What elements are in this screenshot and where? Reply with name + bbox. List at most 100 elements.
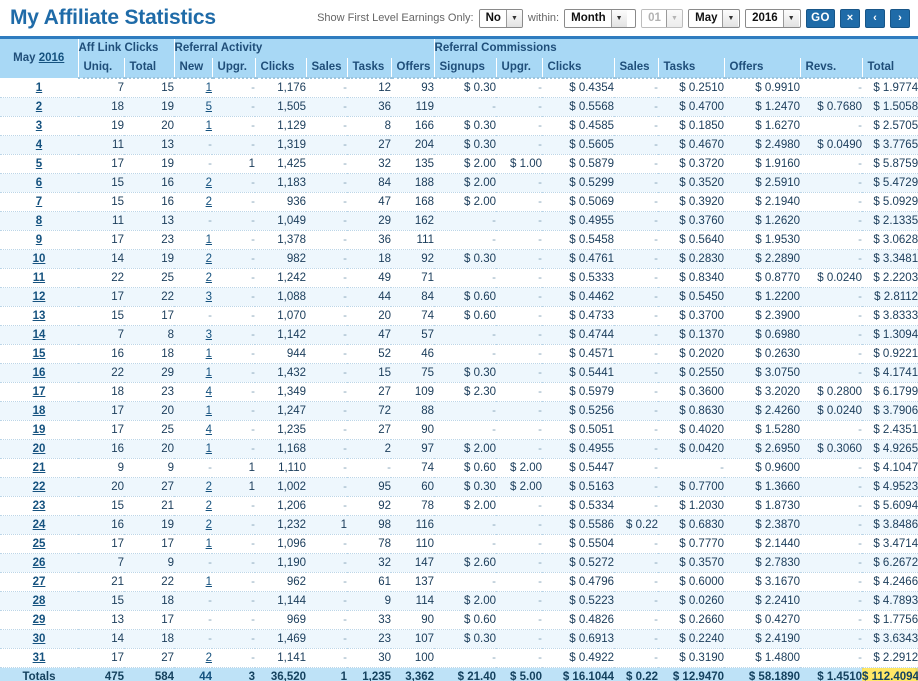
day-link[interactable]: 26 [33, 557, 46, 569]
column-header-offers-commissions[interactable]: Offers [724, 58, 801, 79]
day-cell[interactable]: 19 [0, 420, 78, 440]
cell-new-25[interactable]: 1 [174, 534, 213, 554]
day-cell[interactable]: 27 [0, 572, 78, 592]
column-header-signups[interactable]: Signups [434, 58, 497, 79]
cell-new-2[interactable]: 5 [174, 97, 213, 117]
cell-new-11[interactable]: 2 [174, 268, 213, 288]
day-link[interactable]: 30 [33, 633, 46, 645]
cell-new-9[interactable]: 1 [174, 230, 213, 250]
day-link[interactable]: 23 [33, 500, 46, 512]
column-header-upgr-commissions[interactable]: Upgr. [496, 58, 543, 79]
day-link[interactable]: 6 [36, 177, 42, 189]
day-cell[interactable]: 3 [0, 116, 78, 136]
day-cell[interactable]: 31 [0, 648, 78, 668]
cell-new-16[interactable]: 1 [174, 363, 213, 383]
day-link[interactable]: 28 [33, 595, 46, 607]
day-link[interactable]: 27 [33, 576, 46, 588]
year-select[interactable]: 2016 ▼ [745, 8, 802, 28]
new-referrals-link[interactable]: 2 [206, 253, 212, 265]
new-referrals-link[interactable]: 5 [206, 101, 212, 113]
day-cell[interactable]: 9 [0, 230, 78, 250]
column-header-clicks-commissions[interactable]: Clicks [542, 58, 615, 79]
new-referrals-link[interactable]: 4 [206, 386, 212, 398]
day-link[interactable]: 25 [33, 538, 46, 550]
new-referrals-link[interactable]: 2 [206, 652, 212, 664]
day-link[interactable]: 3 [36, 120, 42, 132]
day-cell[interactable]: 15 [0, 344, 78, 364]
cell-new-27[interactable]: 1 [174, 572, 213, 592]
day-link[interactable]: 12 [33, 291, 46, 303]
day-link[interactable]: 22 [33, 481, 46, 493]
day-link[interactable]: 1 [36, 82, 42, 94]
day-link[interactable]: 2 [36, 101, 42, 113]
new-referrals-link[interactable]: 44 [199, 671, 212, 681]
corner-year[interactable]: 2016 [39, 52, 65, 64]
new-referrals-link[interactable]: 1 [206, 538, 212, 550]
cell-new-19[interactable]: 4 [174, 420, 213, 440]
day-cell[interactable]: 11 [0, 268, 78, 288]
new-referrals-link[interactable]: 2 [206, 177, 212, 189]
day-link[interactable]: 29 [33, 614, 46, 626]
cell-new-6[interactable]: 2 [174, 173, 213, 193]
period-select[interactable]: Month ▼ [564, 8, 637, 28]
cell-new-14[interactable]: 3 [174, 325, 213, 345]
column-header-clicks-activity[interactable]: Clicks [255, 58, 307, 79]
day-link[interactable]: 10 [33, 253, 46, 265]
day-cell[interactable]: 10 [0, 249, 78, 269]
day-cell[interactable]: 13 [0, 306, 78, 326]
column-header-upgr-activity[interactable]: Upgr. [212, 58, 256, 79]
day-cell[interactable]: 16 [0, 363, 78, 383]
day-cell[interactable]: 29 [0, 610, 78, 630]
day-cell[interactable]: 4 [0, 135, 78, 155]
new-referrals-link[interactable]: 2 [206, 481, 212, 493]
column-header-uniq[interactable]: Uniq. [78, 58, 125, 79]
day-cell[interactable]: 23 [0, 496, 78, 516]
next-period-button[interactable]: › [890, 8, 910, 28]
day-link[interactable]: 13 [33, 310, 46, 322]
day-cell[interactable]: 17 [0, 382, 78, 402]
day-link[interactable]: 9 [36, 234, 42, 246]
day-link[interactable]: 7 [36, 196, 42, 208]
cell-new-3[interactable]: 1 [174, 116, 213, 136]
new-referrals-link[interactable]: 1 [206, 82, 212, 94]
new-referrals-link[interactable]: 2 [206, 272, 212, 284]
new-referrals-link[interactable]: 1 [206, 234, 212, 246]
new-referrals-link[interactable]: 1 [206, 120, 212, 132]
new-referrals-link[interactable]: 2 [206, 519, 212, 531]
cell-new-20[interactable]: 1 [174, 439, 213, 459]
cell-new-18[interactable]: 1 [174, 401, 213, 421]
new-referrals-link[interactable]: 2 [206, 196, 212, 208]
cell-new-12[interactable]: 3 [174, 287, 213, 307]
column-header-total-clicks[interactable]: Total [124, 58, 175, 79]
day-cell[interactable]: 22 [0, 477, 78, 497]
month-select[interactable]: May ▼ [688, 8, 741, 28]
cell-new-31[interactable]: 2 [174, 648, 213, 668]
day-link[interactable]: 5 [36, 158, 42, 170]
new-referrals-link[interactable]: 3 [206, 329, 212, 341]
day-cell[interactable]: 14 [0, 325, 78, 345]
day-link[interactable]: 17 [33, 386, 46, 398]
new-referrals-link[interactable]: 1 [206, 348, 212, 360]
totals-new[interactable]: 44 [174, 667, 213, 681]
day-link[interactable]: 18 [33, 405, 46, 417]
day-cell[interactable]: 24 [0, 515, 78, 535]
day-link[interactable]: 15 [33, 348, 46, 360]
day-link[interactable]: 24 [33, 519, 46, 531]
day-link[interactable]: 4 [36, 139, 42, 151]
day-cell[interactable]: 30 [0, 629, 78, 649]
day-cell[interactable]: 28 [0, 591, 78, 611]
cell-new-17[interactable]: 4 [174, 382, 213, 402]
day-cell[interactable]: 20 [0, 439, 78, 459]
day-cell[interactable]: 6 [0, 173, 78, 193]
day-cell[interactable]: 7 [0, 192, 78, 212]
column-header-tasks-activity[interactable]: Tasks [347, 58, 392, 79]
day-cell[interactable]: 8 [0, 211, 78, 231]
new-referrals-link[interactable]: 1 [206, 367, 212, 379]
new-referrals-link[interactable]: 3 [206, 291, 212, 303]
cell-new-1[interactable]: 1 [174, 78, 213, 98]
day-cell[interactable]: 21 [0, 458, 78, 478]
day-cell[interactable]: 2 [0, 97, 78, 117]
day-link[interactable]: 31 [33, 652, 46, 664]
cell-new-22[interactable]: 2 [174, 477, 213, 497]
cell-new-23[interactable]: 2 [174, 496, 213, 516]
